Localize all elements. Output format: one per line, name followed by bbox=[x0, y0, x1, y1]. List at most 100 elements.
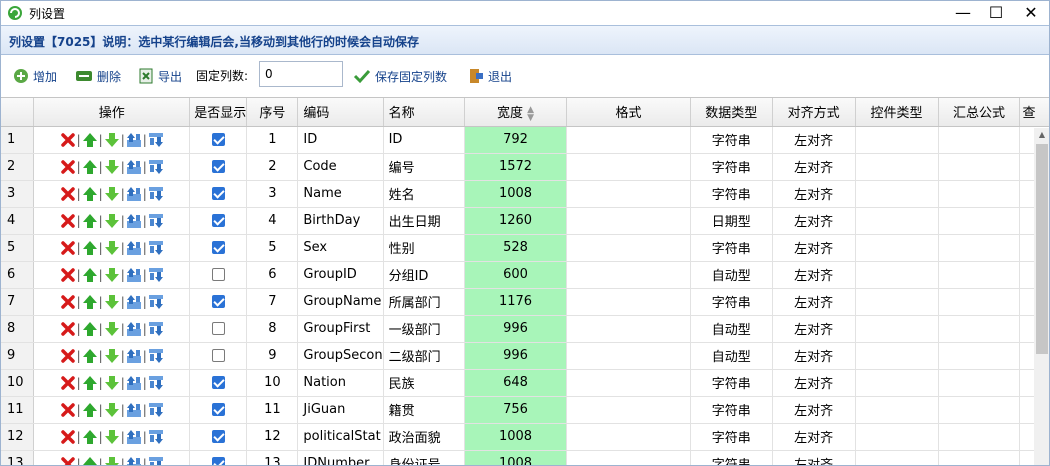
row-dtype[interactable]: 字符串 bbox=[690, 153, 773, 181]
row-summary[interactable] bbox=[938, 261, 1021, 289]
table-row[interactable]: 7 | | | | 7 GroupName 所属部门 1176 字符串 左对齐 bbox=[1, 288, 1049, 316]
row-format[interactable] bbox=[566, 423, 691, 451]
delete-row-icon[interactable] bbox=[60, 429, 76, 445]
move-down-icon[interactable] bbox=[104, 213, 120, 229]
move-down-icon[interactable] bbox=[104, 159, 120, 175]
show-checkbox[interactable] bbox=[211, 214, 225, 227]
move-top-icon[interactable] bbox=[126, 132, 142, 148]
move-down-icon[interactable] bbox=[104, 294, 120, 310]
header-control-type[interactable]: 控件类型 bbox=[855, 98, 939, 127]
move-top-icon[interactable] bbox=[126, 348, 142, 364]
row-name[interactable]: 二级部门 bbox=[383, 342, 465, 370]
row-code[interactable]: GroupSecon bbox=[297, 342, 384, 370]
move-bottom-icon[interactable] bbox=[148, 186, 164, 202]
row-name[interactable]: 身份证号 bbox=[383, 450, 465, 465]
minimize-button[interactable]: — bbox=[945, 1, 981, 25]
move-down-icon[interactable] bbox=[104, 348, 120, 364]
row-control-type[interactable] bbox=[855, 450, 939, 465]
row-width[interactable]: 1008 bbox=[464, 450, 568, 465]
move-down-icon[interactable] bbox=[104, 186, 120, 202]
row-align[interactable]: 左对齐 bbox=[772, 126, 856, 154]
move-down-icon[interactable] bbox=[104, 402, 120, 418]
header-name[interactable]: 名称 bbox=[383, 98, 465, 127]
row-control-type[interactable] bbox=[855, 423, 939, 451]
row-format[interactable] bbox=[566, 261, 691, 289]
row-width[interactable]: 756 bbox=[464, 396, 568, 424]
table-row[interactable]: 13 | | | | 13 IDNumber 身份证号 1008 字符串 左对齐 bbox=[1, 450, 1049, 465]
show-checkbox[interactable] bbox=[211, 430, 225, 443]
header-operation[interactable]: 操作 bbox=[33, 98, 191, 127]
move-up-icon[interactable] bbox=[82, 321, 98, 337]
row-align[interactable]: 左对齐 bbox=[772, 261, 856, 289]
show-checkbox[interactable] bbox=[211, 376, 225, 389]
move-bottom-icon[interactable] bbox=[148, 267, 164, 283]
row-name[interactable]: 所属部门 bbox=[383, 288, 465, 316]
row-dtype[interactable]: 字符串 bbox=[690, 288, 773, 316]
row-align[interactable]: 左对齐 bbox=[772, 315, 856, 343]
row-seq[interactable]: 11 bbox=[246, 396, 299, 424]
row-seq[interactable]: 10 bbox=[246, 369, 299, 397]
row-align[interactable]: 左对齐 bbox=[772, 423, 856, 451]
row-summary[interactable] bbox=[938, 450, 1021, 465]
row-code[interactable]: Sex bbox=[297, 234, 384, 262]
row-control-type[interactable] bbox=[855, 342, 939, 370]
delete-row-icon[interactable] bbox=[60, 294, 76, 310]
move-bottom-icon[interactable] bbox=[148, 240, 164, 256]
header-more[interactable]: 查 bbox=[1019, 98, 1049, 127]
row-name[interactable]: 出生日期 bbox=[383, 207, 465, 235]
move-bottom-icon[interactable] bbox=[148, 375, 164, 391]
row-width[interactable]: 996 bbox=[464, 342, 568, 370]
move-top-icon[interactable] bbox=[126, 213, 142, 229]
row-align[interactable]: 左对齐 bbox=[772, 342, 856, 370]
move-up-icon[interactable] bbox=[82, 294, 98, 310]
row-summary[interactable] bbox=[938, 207, 1021, 235]
row-summary[interactable] bbox=[938, 369, 1021, 397]
move-bottom-icon[interactable] bbox=[148, 132, 164, 148]
move-top-icon[interactable] bbox=[126, 186, 142, 202]
row-dtype[interactable]: 日期型 bbox=[690, 207, 773, 235]
row-align[interactable]: 左对齐 bbox=[772, 396, 856, 424]
row-width[interactable]: 792 bbox=[464, 126, 568, 154]
row-width[interactable]: 1176 bbox=[464, 288, 568, 316]
row-summary[interactable] bbox=[938, 342, 1021, 370]
row-code[interactable]: Code bbox=[297, 153, 384, 181]
show-checkbox[interactable] bbox=[211, 241, 225, 254]
move-up-icon[interactable] bbox=[82, 267, 98, 283]
table-row[interactable]: 10 | | | | 10 Nation 民族 648 字符串 左对齐 bbox=[1, 369, 1049, 397]
delete-row-icon[interactable] bbox=[60, 186, 76, 202]
header-align[interactable]: 对齐方式 bbox=[772, 98, 856, 127]
scroll-up-arrow[interactable]: ▲ bbox=[1034, 128, 1049, 142]
row-control-type[interactable] bbox=[855, 369, 939, 397]
row-summary[interactable] bbox=[938, 315, 1021, 343]
row-name[interactable]: 性别 bbox=[383, 234, 465, 262]
move-down-icon[interactable] bbox=[104, 240, 120, 256]
row-format[interactable] bbox=[566, 180, 691, 208]
show-checkbox[interactable] bbox=[211, 403, 225, 416]
move-down-icon[interactable] bbox=[104, 375, 120, 391]
move-up-icon[interactable] bbox=[82, 240, 98, 256]
row-seq[interactable]: 13 bbox=[246, 450, 299, 465]
row-control-type[interactable] bbox=[855, 396, 939, 424]
show-checkbox[interactable] bbox=[211, 133, 225, 146]
row-code[interactable]: Name bbox=[297, 180, 384, 208]
row-align[interactable]: 左对齐 bbox=[772, 450, 856, 465]
row-format[interactable] bbox=[566, 288, 691, 316]
move-up-icon[interactable] bbox=[82, 159, 98, 175]
row-dtype[interactable]: 字符串 bbox=[690, 180, 773, 208]
row-seq[interactable]: 3 bbox=[246, 180, 299, 208]
row-format[interactable] bbox=[566, 234, 691, 262]
vertical-scrollbar[interactable]: ▲ bbox=[1034, 128, 1049, 465]
row-format[interactable] bbox=[566, 396, 691, 424]
row-control-type[interactable] bbox=[855, 207, 939, 235]
show-checkbox[interactable] bbox=[211, 349, 225, 362]
move-top-icon[interactable] bbox=[126, 375, 142, 391]
row-name[interactable]: 籍贯 bbox=[383, 396, 465, 424]
show-checkbox[interactable] bbox=[211, 457, 225, 465]
row-seq[interactable]: 12 bbox=[246, 423, 299, 451]
move-bottom-icon[interactable] bbox=[148, 348, 164, 364]
header-format[interactable]: 格式 bbox=[566, 98, 691, 127]
row-align[interactable]: 左对齐 bbox=[772, 180, 856, 208]
table-row[interactable]: 1 | | | | 1 ID ID 792 字符串 左对齐 bbox=[1, 126, 1049, 154]
header-seq[interactable]: 序号 bbox=[246, 98, 299, 127]
row-width[interactable]: 648 bbox=[464, 369, 568, 397]
